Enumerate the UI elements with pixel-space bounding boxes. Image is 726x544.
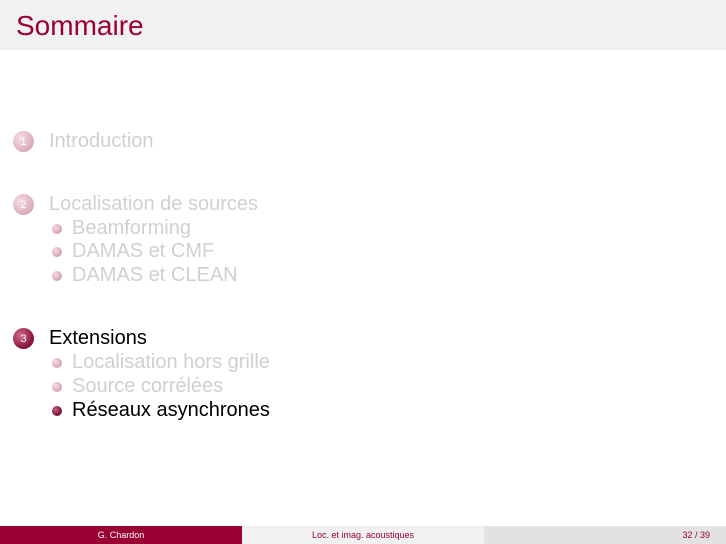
- toc-subsection[interactable]: Beamforming: [52, 217, 191, 240]
- toc-subsection[interactable]: DAMAS et CLEAN: [52, 264, 238, 287]
- section-label: Localisation de sources: [49, 193, 259, 215]
- section-label: Extensions: [49, 327, 147, 349]
- bullet-icon: [52, 270, 62, 281]
- bullet-icon: [52, 246, 62, 257]
- bullet-icon: [52, 405, 62, 416]
- toc-subsection[interactable]: DAMAS et CMF: [52, 240, 214, 263]
- bullet-icon: [52, 381, 62, 392]
- section-number-ball: 2: [13, 194, 34, 215]
- subsection-label: Source corrélées: [72, 375, 224, 397]
- toc-subsection[interactable]: Localisation hors grille: [52, 351, 270, 374]
- bullet-icon: [52, 357, 62, 368]
- toc-section-3[interactable]: 3 Extensions: [13, 327, 147, 350]
- footer-title: Loc. et imag. acoustiques: [242, 526, 484, 544]
- footer-page-number: 32 / 39: [484, 526, 726, 544]
- section-number-ball: 3: [13, 328, 34, 349]
- subsection-label: Réseaux asynchrones: [72, 399, 270, 421]
- table-of-contents: 1 Introduction 2 Localisation de sources…: [0, 0, 726, 520]
- footer-author: G. Chardon: [0, 526, 242, 544]
- footer: G. Chardon Loc. et imag. acoustiques 32 …: [0, 526, 726, 544]
- subsection-label: Beamforming: [72, 217, 191, 239]
- section-label: Introduction: [49, 130, 154, 152]
- toc-subsection-current[interactable]: Réseaux asynchrones: [52, 399, 270, 422]
- subsection-label: DAMAS et CMF: [72, 240, 215, 262]
- toc-section-1[interactable]: 1 Introduction: [13, 130, 154, 153]
- bullet-icon: [52, 223, 62, 234]
- subsection-label: Localisation hors grille: [72, 351, 270, 373]
- toc-section-2[interactable]: 2 Localisation de sources: [13, 193, 258, 216]
- toc-subsection[interactable]: Source corrélées: [52, 375, 223, 398]
- section-number-ball: 1: [13, 131, 34, 152]
- subsection-label: DAMAS et CLEAN: [72, 264, 238, 286]
